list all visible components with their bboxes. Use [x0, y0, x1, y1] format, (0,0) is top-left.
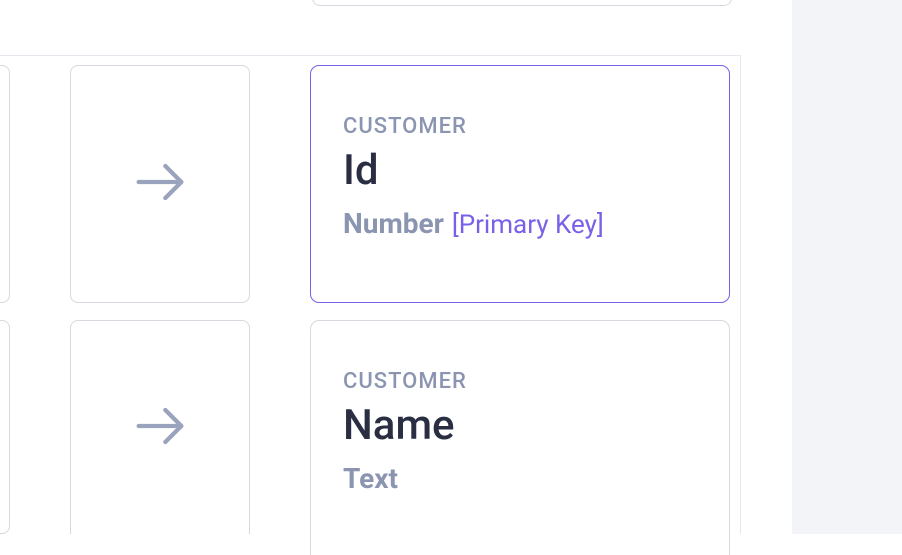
mapping-row: CUSTOMER Name Text: [0, 320, 730, 555]
field-type: Text: [343, 462, 398, 495]
divider-horizontal: [0, 55, 740, 56]
entity-label: CUSTOMER: [343, 114, 697, 139]
field-card-customer-id[interactable]: CUSTOMER Id Number [Primary Key]: [310, 65, 730, 303]
source-card-sliver[interactable]: [0, 320, 10, 534]
mapping-row: CUSTOMER Id Number [Primary Key]: [0, 65, 730, 303]
primary-key-badge: [Primary Key]: [452, 210, 604, 240]
arrow-right-icon: [128, 394, 192, 462]
field-card-customer-name[interactable]: CUSTOMER Name Text: [310, 320, 730, 555]
right-rail-panel: [792, 0, 902, 534]
mapping-arrow-box[interactable]: [70, 65, 250, 303]
field-type-line: Number [Primary Key]: [343, 207, 697, 240]
previous-card-fragment: [312, 0, 732, 6]
field-type: Number: [343, 207, 444, 240]
field-type-line: Text: [343, 462, 697, 495]
divider-vertical: [740, 55, 741, 534]
source-card-sliver[interactable]: [0, 65, 10, 303]
mapping-arrow-box[interactable]: [70, 320, 250, 534]
field-name: Name: [343, 404, 697, 448]
arrow-right-icon: [128, 150, 192, 218]
entity-label: CUSTOMER: [343, 369, 697, 394]
field-name: Id: [343, 149, 697, 193]
